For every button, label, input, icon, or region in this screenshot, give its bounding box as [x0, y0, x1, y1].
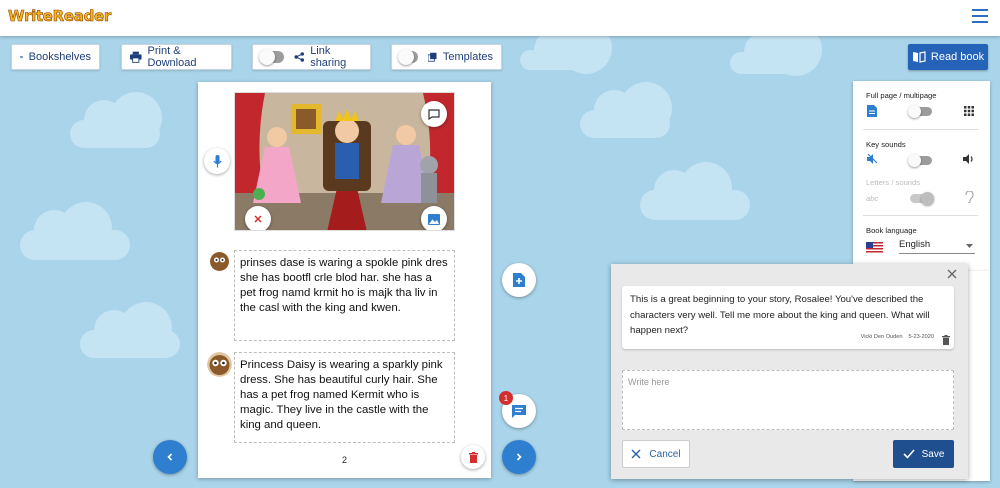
cloud-decoration — [20, 202, 130, 260]
chevron-left-icon — [167, 453, 173, 461]
close-icon — [254, 215, 262, 223]
abc-glyph: abc — [866, 194, 879, 203]
image-icon — [428, 213, 440, 225]
comment-bubble: This is a great beginning to your story,… — [622, 286, 954, 349]
book-page: prinses dase is waring a spokle pink dre… — [198, 82, 491, 478]
next-page-button[interactable] — [502, 440, 536, 474]
full-page-label: Full page / multipage — [866, 91, 937, 100]
key-sounds-label: Key sounds — [866, 140, 906, 149]
comment-meta: Vicki Den Ouden 5-23-2020 — [855, 330, 934, 346]
volume-on-icon — [963, 154, 973, 164]
key-sounds-toggle[interactable] — [908, 154, 932, 167]
dropdown-arrow-icon — [966, 244, 973, 248]
bookshelves-button[interactable]: Bookshelves — [11, 44, 100, 70]
chevron-right-icon — [516, 453, 522, 461]
hamburger-menu-icon[interactable] — [972, 9, 988, 23]
bookshelves-icon — [20, 55, 23, 59]
close-icon — [631, 449, 641, 459]
print-download-button[interactable]: Print & Download — [121, 44, 232, 70]
save-button[interactable]: Save — [893, 440, 954, 468]
cancel-label: Cancel — [649, 448, 681, 460]
comment-author: Vicki Den Ouden — [860, 333, 903, 340]
language-select[interactable]: English — [899, 239, 975, 254]
comment-panel: This is a great beginning to your story,… — [611, 264, 968, 479]
cloud-decoration — [80, 302, 180, 358]
owl-avatar-icon — [207, 352, 232, 377]
letters-sounds-toggle[interactable] — [910, 192, 934, 205]
remove-image-button[interactable] — [245, 206, 271, 230]
microphone-icon — [213, 154, 221, 167]
read-book-icon — [912, 51, 926, 63]
comment-input[interactable]: Write here — [622, 370, 954, 430]
cloud-decoration — [70, 92, 162, 148]
share-icon — [294, 52, 304, 62]
page-number: 2 — [341, 455, 347, 465]
grid-icon — [964, 106, 974, 116]
comment-date: 5-23-2020 — [908, 333, 934, 340]
settings-panel: Full page / multipage Key sounds Letters… — [853, 81, 990, 271]
us-flag-icon — [866, 242, 883, 253]
full-page-icon — [867, 105, 877, 117]
comment-icon — [512, 404, 526, 418]
add-page-button[interactable] — [502, 263, 536, 297]
cloud-decoration — [640, 162, 750, 220]
volume-off-icon — [867, 154, 878, 164]
check-icon — [903, 449, 915, 459]
cloud-decoration — [520, 22, 612, 74]
bookshelves-label: Bookshelves — [28, 51, 91, 63]
read-book-button[interactable]: Read book — [908, 44, 988, 70]
child-avatar — [210, 252, 229, 271]
child-text-box[interactable]: prinses dase is waring a spokle pink dre… — [234, 250, 455, 341]
letters-sounds-label: Letters / sounds — [866, 178, 921, 187]
writereader-logo[interactable]: WriteReader — [8, 7, 112, 26]
top-bar: WriteReader — [0, 0, 1000, 36]
print-icon — [130, 51, 142, 63]
add-page-icon — [513, 273, 525, 287]
link-sharing-toggle[interactable] — [259, 49, 284, 65]
templates-label: Templates — [442, 51, 493, 63]
templates-icon — [428, 52, 437, 62]
cloud-decoration — [730, 24, 822, 76]
link-sharing-label: Link sharing — [310, 45, 347, 69]
link-sharing-button[interactable]: Link sharing — [252, 44, 371, 70]
page-illustration[interactable] — [234, 92, 455, 231]
record-audio-button[interactable] — [204, 148, 230, 174]
cancel-button[interactable]: Cancel — [622, 440, 690, 468]
book-language-label: Book language — [866, 226, 917, 235]
delete-page-button[interactable] — [461, 445, 485, 469]
language-value: English — [899, 239, 931, 250]
comments-badge-count: 1 — [503, 393, 509, 403]
read-book-label: Read book — [930, 51, 985, 63]
owl-avatar-icon — [210, 252, 229, 271]
close-icon[interactable] — [947, 269, 957, 279]
templates-toggle[interactable] — [398, 49, 419, 65]
comment-placeholder: Write here — [628, 377, 670, 387]
cloud-decoration — [580, 82, 672, 138]
previous-page-button[interactable] — [153, 440, 187, 474]
save-label: Save — [921, 448, 945, 460]
trash-icon — [468, 451, 478, 463]
adult-avatar — [207, 352, 232, 377]
adult-text-box[interactable]: Princess Daisy is wearing a sparkly pink… — [234, 352, 455, 443]
full-page-toggle[interactable] — [908, 105, 932, 118]
comments-badge: 1 — [499, 391, 513, 405]
templates-button[interactable]: Templates — [391, 44, 502, 70]
print-download-label: Print & Download — [147, 45, 197, 69]
trash-icon[interactable] — [942, 335, 950, 345]
speech-bubble-icon — [428, 108, 440, 120]
ear-icon — [965, 191, 974, 203]
change-image-button[interactable] — [421, 206, 447, 230]
speech-bubble-button[interactable] — [421, 101, 447, 127]
